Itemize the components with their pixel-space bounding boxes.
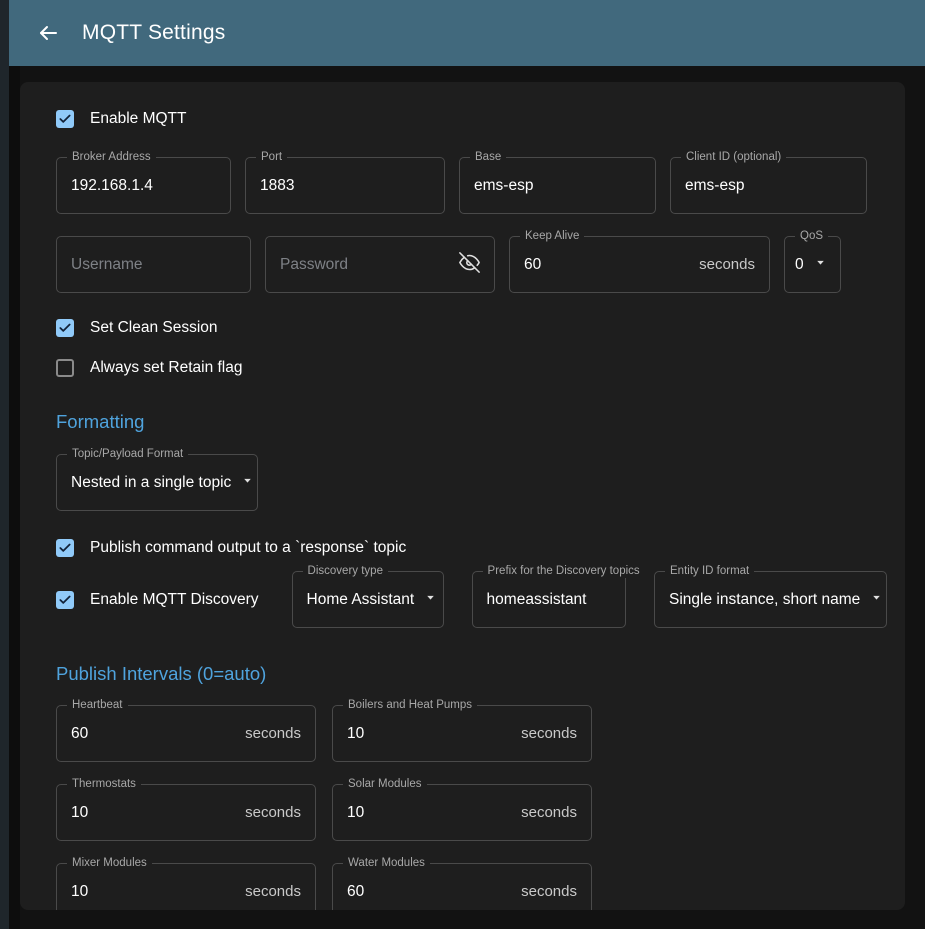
publish-response-row[interactable]: Publish command output to a `response` t… (38, 537, 887, 559)
entity-id-format-value: Single instance, short name (669, 591, 860, 609)
interval-legend: Mixer Modules (67, 857, 152, 870)
page-gutter (9, 66, 20, 929)
topic-payload-format-select[interactable]: Topic/Payload Format Nested in a single … (56, 454, 258, 511)
clean-session-checkbox[interactable] (56, 319, 74, 337)
settings-card: Enable MQTT Broker Address 192.168.1.4 P… (20, 82, 905, 910)
nav-drawer-edge[interactable] (0, 0, 9, 929)
discovery-prefix-value: homeassistant (487, 591, 587, 609)
discovery-row: Enable MQTT Discovery Discovery type Hom… (38, 571, 887, 628)
chevron-down-icon (241, 474, 254, 492)
keep-alive-suffix: seconds (699, 256, 755, 273)
entity-id-format-legend: Entity ID format (665, 565, 754, 578)
interval-value: 10 (71, 804, 88, 822)
chevron-down-icon (814, 256, 827, 274)
qos-select[interactable]: QoS 0 (784, 236, 841, 293)
eye-off-icon[interactable] (459, 252, 480, 278)
connection-row-1: Broker Address 192.168.1.4 Port 1883 Bas… (38, 157, 887, 214)
interval-field[interactable]: Thermostats10seconds (56, 784, 316, 841)
client-id-field[interactable]: Client ID (optional) ems-esp (670, 157, 867, 214)
interval-suffix: seconds (245, 725, 301, 742)
interval-field[interactable]: Mixer Modules10seconds (56, 863, 316, 910)
topic-payload-format-legend: Topic/Payload Format (67, 448, 188, 461)
formatting-row-1: Topic/Payload Format Nested in a single … (38, 454, 887, 511)
interval-field[interactable]: Boilers and Heat Pumps10seconds (332, 705, 592, 762)
retain-flag-row[interactable]: Always set Retain flag (38, 357, 887, 379)
interval-legend: Water Modules (343, 857, 430, 870)
discovery-type-legend: Discovery type (303, 565, 388, 578)
connection-row-2: Username Password Keep Alive 60 seconds … (38, 236, 887, 293)
interval-legend: Heartbeat (67, 699, 128, 712)
interval-suffix: seconds (245, 804, 301, 821)
port-legend: Port (256, 151, 287, 164)
enable-mqtt-label: Enable MQTT (90, 110, 186, 128)
broker-address-value: 192.168.1.4 (71, 177, 153, 195)
clean-session-label: Set Clean Session (90, 319, 218, 337)
interval-value: 10 (347, 725, 364, 743)
interval-suffix: seconds (521, 725, 577, 742)
base-field[interactable]: Base ems-esp (459, 157, 656, 214)
clean-session-row[interactable]: Set Clean Session (38, 317, 887, 339)
formatting-heading: Formatting (38, 411, 887, 433)
discovery-prefix-field[interactable]: Prefix for the Discovery topics homeassi… (472, 571, 626, 628)
interval-value: 10 (71, 883, 88, 901)
interval-legend: Thermostats (67, 778, 141, 791)
chevron-down-icon (424, 591, 437, 609)
discovery-prefix-legend: Prefix for the Discovery topics (483, 565, 645, 578)
interval-legend: Solar Modules (343, 778, 427, 791)
interval-suffix: seconds (521, 804, 577, 821)
interval-field[interactable]: Heartbeat60seconds (56, 705, 316, 762)
discovery-type-select[interactable]: Discovery type Home Assistant (292, 571, 444, 628)
qos-legend: QoS (795, 230, 828, 243)
publish-response-checkbox[interactable] (56, 539, 74, 557)
keep-alive-field[interactable]: Keep Alive 60 seconds (509, 236, 770, 293)
base-value: ems-esp (474, 177, 533, 195)
enable-mqtt-checkbox[interactable] (56, 110, 74, 128)
interval-value: 60 (71, 725, 88, 743)
interval-field[interactable]: Water Modules60seconds (332, 863, 592, 910)
enable-discovery-label: Enable MQTT Discovery (90, 591, 259, 609)
interval-value: 10 (347, 804, 364, 822)
client-id-value: ems-esp (685, 177, 744, 195)
publish-intervals-heading: Publish Intervals (0=auto) (38, 663, 887, 685)
interval-legend: Boilers and Heat Pumps (343, 699, 477, 712)
enable-discovery-checkbox[interactable] (56, 591, 74, 609)
app-bar: MQTT Settings (9, 0, 925, 66)
broker-address-field[interactable]: Broker Address 192.168.1.4 (56, 157, 231, 214)
page-title: MQTT Settings (82, 21, 225, 45)
publish-response-label: Publish command output to a `response` t… (90, 539, 406, 557)
publish-intervals-grid: Heartbeat60secondsBoilers and Heat Pumps… (38, 705, 866, 910)
broker-address-legend: Broker Address (67, 151, 156, 164)
interval-suffix: seconds (521, 883, 577, 900)
arrow-left-icon (36, 21, 60, 45)
client-id-legend: Client ID (optional) (681, 151, 786, 164)
password-placeholder: Password (280, 256, 348, 274)
topic-payload-format-value: Nested in a single topic (71, 474, 231, 492)
entity-id-format-select[interactable]: Entity ID format Single instance, short … (654, 571, 887, 628)
interval-field[interactable]: Solar Modules10seconds (332, 784, 592, 841)
back-button[interactable] (27, 12, 69, 54)
retain-flag-checkbox[interactable] (56, 359, 74, 377)
interval-suffix: seconds (245, 883, 301, 900)
chevron-down-icon (870, 591, 883, 609)
password-field[interactable]: Password (265, 236, 495, 293)
discovery-type-value: Home Assistant (307, 591, 415, 609)
port-value: 1883 (260, 177, 294, 195)
interval-value: 60 (347, 883, 364, 901)
base-legend: Base (470, 151, 506, 164)
username-field[interactable]: Username (56, 236, 251, 293)
keep-alive-value: 60 (524, 256, 541, 274)
enable-mqtt-row[interactable]: Enable MQTT (38, 106, 887, 132)
qos-value: 0 (795, 256, 804, 274)
retain-flag-label: Always set Retain flag (90, 359, 243, 377)
port-field[interactable]: Port 1883 (245, 157, 445, 214)
username-placeholder: Username (71, 256, 143, 274)
keep-alive-legend: Keep Alive (520, 230, 584, 243)
